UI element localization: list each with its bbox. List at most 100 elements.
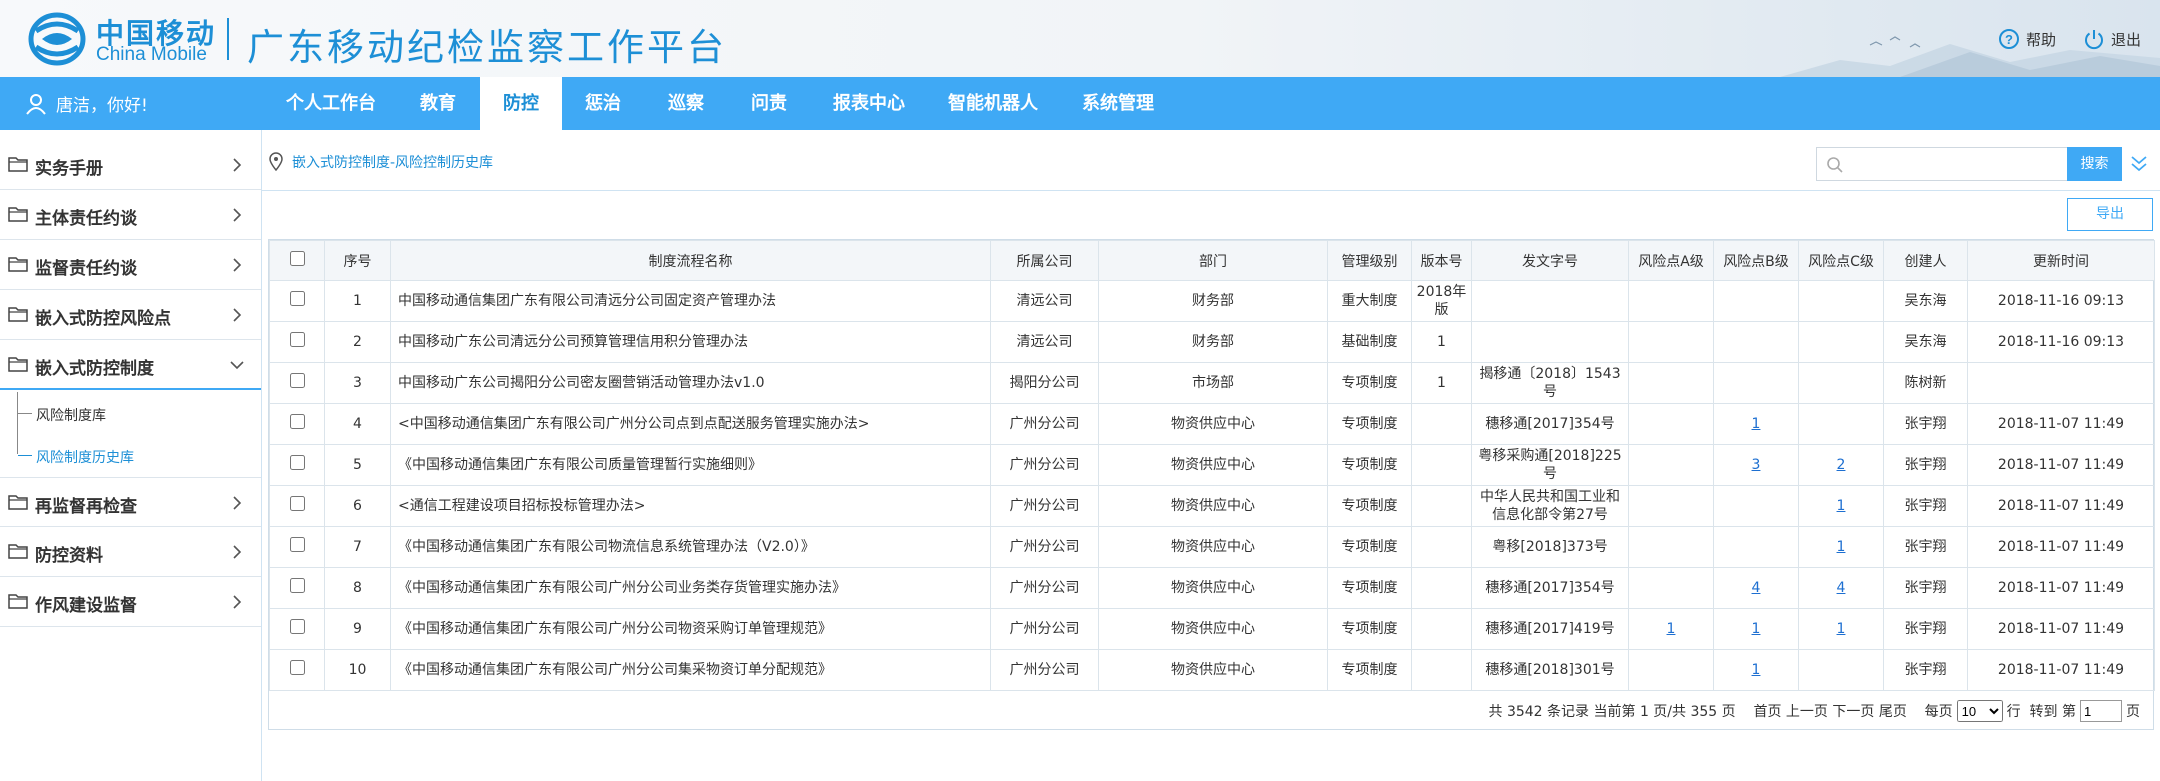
row-checkbox[interactable]	[289, 496, 305, 511]
pager-prev[interactable]: 上一页	[1786, 701, 1828, 721]
double-chevron-down-icon[interactable]	[2128, 152, 2150, 176]
cell-name: 《中国移动通信集团广东有限公司广州分公司集采物资订单分配规范》	[390, 649, 991, 691]
table-row[interactable]: 7 《中国移动通信集团广东有限公司物流信息系统管理办法（V2.0）》 广州分公司 物资…	[269, 526, 2155, 568]
row-checkbox[interactable]	[289, 373, 305, 388]
row-checkbox[interactable]	[289, 578, 305, 593]
cell-level: 专项制度	[1327, 567, 1412, 609]
user-greeting: 唐洁，你好!	[24, 77, 148, 130]
row-checkbox[interactable]	[289, 455, 305, 470]
risk-count-link[interactable]: 4	[1752, 580, 1761, 596]
nav-item-report-center[interactable]: 报表中心	[820, 77, 918, 130]
risk-count-link[interactable]: 1	[1837, 498, 1846, 514]
risk-count-link[interactable]: 1	[1837, 621, 1846, 637]
chevron-right-icon	[233, 158, 242, 172]
risk-count-link[interactable]: 1	[1752, 621, 1761, 637]
cell-dept: 物资供应中心	[1098, 608, 1328, 650]
row-checkbox[interactable]	[289, 660, 305, 675]
table-row[interactable]: 5 《中国移动通信集团广东有限公司质量管理暂行实施细则》 广州分公司 物资供应中心 专项…	[269, 444, 2155, 486]
table-body: 1 中国移动通信集团广东有限公司清远分公司固定资产管理办法 清远公司 财务部 重大制度 2…	[269, 280, 2155, 691]
sidebar-sub-risk-library[interactable]: 风险制度库	[0, 393, 261, 434]
risk-count-link[interactable]: 2	[1837, 457, 1846, 473]
risk-count-link[interactable]: 1	[1837, 539, 1846, 555]
cell-c: 1	[1798, 608, 1884, 650]
cell-no: 4	[324, 403, 391, 445]
sidebar-item-handbook[interactable]: 实务手册	[0, 140, 261, 190]
cell-doc: 揭移通〔2018〕1543号	[1471, 362, 1629, 404]
sidebar-item-control-system[interactable]: 嵌入式防控制度	[0, 340, 261, 390]
table-row[interactable]: 4 <中国移动通信集团广东有限公司广州分公司点到点配送服务管理实施办法> 广州分公司…	[269, 403, 2155, 445]
cell-doc: 穗移通[2018]301号	[1471, 649, 1629, 691]
cell-doc: 粤移采购通[2018]225号	[1471, 444, 1629, 486]
table-row[interactable]: 10 《中国移动通信集团广东有限公司广州分公司集采物资订单分配规范》 广州分公司 物资…	[269, 649, 2155, 691]
sidebar: 实务手册 主体责任约谈 监督责任约谈 嵌入式防控风险点 嵌入式防控制度 风险制度…	[0, 130, 262, 781]
sidebar-sub-label: 风险制度库	[36, 408, 106, 424]
cell-creator: 张宇翔	[1883, 608, 1968, 650]
cell-company: 清远公司	[990, 280, 1099, 322]
cell-c: 4	[1798, 567, 1884, 609]
select-all-checkbox[interactable]	[289, 251, 305, 266]
cell-c	[1798, 280, 1884, 322]
cell-doc	[1471, 280, 1629, 322]
chevron-right-icon	[233, 308, 242, 322]
row-checkbox[interactable]	[289, 619, 305, 634]
table-row[interactable]: 1 中国移动通信集团广东有限公司清远分公司固定资产管理办法 清远公司 财务部 重大制度 2…	[269, 280, 2155, 322]
sidebar-item-work-style[interactable]: 作风建设监督	[0, 577, 261, 627]
cell-name: 《中国移动通信集团广东有限公司质量管理暂行实施细则》	[390, 444, 991, 486]
cell-creator: 张宇翔	[1883, 649, 1968, 691]
risk-count-link[interactable]: 1	[1752, 416, 1761, 432]
risk-count-link[interactable]: 1	[1752, 662, 1761, 678]
cell-b	[1713, 526, 1799, 568]
cell-no: 2	[324, 321, 391, 363]
nav-item-education[interactable]: 教育	[397, 77, 479, 130]
table-row[interactable]: 3 中国移动广东公司揭阳分公司密友圈营销活动管理办法v1.0 揭阳分公司 市场部 专项制…	[269, 362, 2155, 404]
sidebar-item-risk-points[interactable]: 嵌入式防控风险点	[0, 290, 261, 340]
pager-last[interactable]: 尾页	[1879, 701, 1907, 721]
cell-c	[1798, 403, 1884, 445]
sidebar-item-supervision-responsibility[interactable]: 监督责任约谈	[0, 240, 261, 290]
cell-creator: 张宇翔	[1883, 444, 1968, 486]
table-row[interactable]: 6 <通信工程建设项目招标投标管理办法> 广州分公司 物资供应中心 专项制度 中华人民共和…	[269, 485, 2155, 527]
logo-text-en: China Mobile	[96, 44, 207, 65]
cell-a: 1	[1628, 608, 1714, 650]
nav-item-accountability[interactable]: 问责	[728, 77, 810, 130]
pager-first[interactable]: 首页	[1753, 701, 1781, 721]
sidebar-item-main-responsibility[interactable]: 主体责任约谈	[0, 190, 261, 240]
export-button[interactable]: 导出	[2067, 198, 2153, 231]
risk-count-link[interactable]: 1	[1667, 621, 1676, 637]
nav-item-punishment[interactable]: 惩治	[562, 77, 644, 130]
nav-item-robot[interactable]: 智能机器人	[935, 77, 1051, 130]
breadcrumb-text[interactable]: 嵌入式防控制度-风险控制历史库	[292, 152, 493, 172]
logout-link[interactable]: 退出	[2083, 28, 2141, 50]
chevron-down-icon	[230, 361, 244, 370]
risk-count-link[interactable]: 4	[1837, 580, 1846, 596]
table-row[interactable]: 2 中国移动广东公司清远分公司预算管理信用积分管理办法 清远公司 财务部 基础制度 1 吴东…	[269, 321, 2155, 363]
table-row[interactable]: 9 《中国移动通信集团广东有限公司广州分公司物资采购订单管理规范》 广州分公司 物资供…	[269, 608, 2155, 650]
search-input[interactable]	[1849, 150, 2059, 178]
row-select-cell	[269, 526, 325, 568]
row-checkbox[interactable]	[289, 332, 305, 347]
table-row[interactable]: 8 《中国移动通信集团广东有限公司广州分公司业务类存货管理实施办法》 广州分公司 物资…	[269, 567, 2155, 609]
nav-item-prevention[interactable]: 防控	[480, 77, 562, 130]
row-checkbox[interactable]	[289, 537, 305, 552]
toolbar-divider	[262, 190, 2160, 191]
pager-next[interactable]: 下一页	[1832, 701, 1874, 721]
search-button[interactable]: 搜索	[2067, 147, 2122, 181]
row-checkbox[interactable]	[289, 414, 305, 429]
per-page-select[interactable]: 10	[1956, 700, 2003, 722]
folder-icon	[8, 257, 28, 272]
help-link[interactable]: ? 帮助	[1998, 28, 2056, 50]
goto-label: 转到 第	[2029, 704, 2076, 720]
nav-item-workbench[interactable]: 个人工作台	[270, 77, 392, 130]
sidebar-sub-risk-history[interactable]: 风险制度历史库	[0, 435, 261, 476]
nav-item-inspection[interactable]: 巡察	[645, 77, 727, 130]
column-header: 所属公司	[990, 240, 1099, 281]
nav-item-system[interactable]: 系统管理	[1068, 77, 1168, 130]
sidebar-item-re-supervision[interactable]: 再监督再检查	[0, 477, 261, 527]
sidebar-item-materials[interactable]: 防控资料	[0, 527, 261, 577]
cell-version: 1	[1411, 362, 1472, 404]
cell-updated: 2018-11-07 11:49	[1967, 403, 2155, 445]
risk-count-link[interactable]: 3	[1752, 457, 1761, 473]
row-checkbox[interactable]	[289, 291, 305, 306]
chevron-right-icon	[233, 258, 242, 272]
goto-page-input[interactable]	[2080, 700, 2122, 722]
